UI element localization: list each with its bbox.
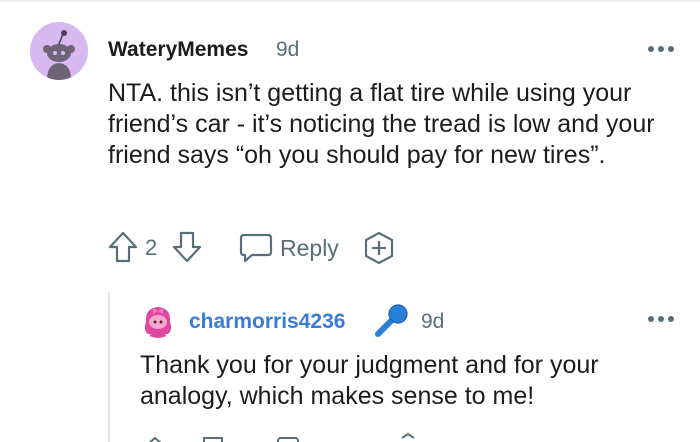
reply-body: Thank you for your judgment and for your… bbox=[140, 351, 599, 410]
comment-author[interactable]: WateryMemes bbox=[108, 38, 248, 62]
comment-body: NTA. this isn’t getting a flat tire whil… bbox=[108, 79, 655, 169]
top-divider bbox=[0, 0, 700, 2]
upvote-icon[interactable] bbox=[108, 231, 138, 263]
microphone-icon bbox=[375, 304, 408, 337]
pink-snoo-avatar-icon[interactable] bbox=[140, 302, 176, 338]
downvote-icon[interactable] bbox=[172, 231, 202, 263]
reply-age: 9d bbox=[421, 310, 445, 333]
vote-score: 2 bbox=[145, 235, 158, 260]
comment-age: 9d bbox=[276, 38, 300, 61]
reply-actions-cutoff bbox=[140, 432, 440, 442]
thread-line[interactable] bbox=[108, 292, 110, 442]
reply-more-options-icon[interactable] bbox=[648, 316, 674, 324]
reply-button[interactable]: Reply bbox=[280, 235, 339, 261]
reply-author[interactable]: charmorris4236 bbox=[189, 310, 345, 334]
more-options-icon[interactable] bbox=[648, 46, 674, 54]
snoo-avatar-icon[interactable] bbox=[30, 22, 88, 80]
reply-icon[interactable] bbox=[238, 232, 274, 264]
award-icon[interactable] bbox=[362, 231, 396, 265]
